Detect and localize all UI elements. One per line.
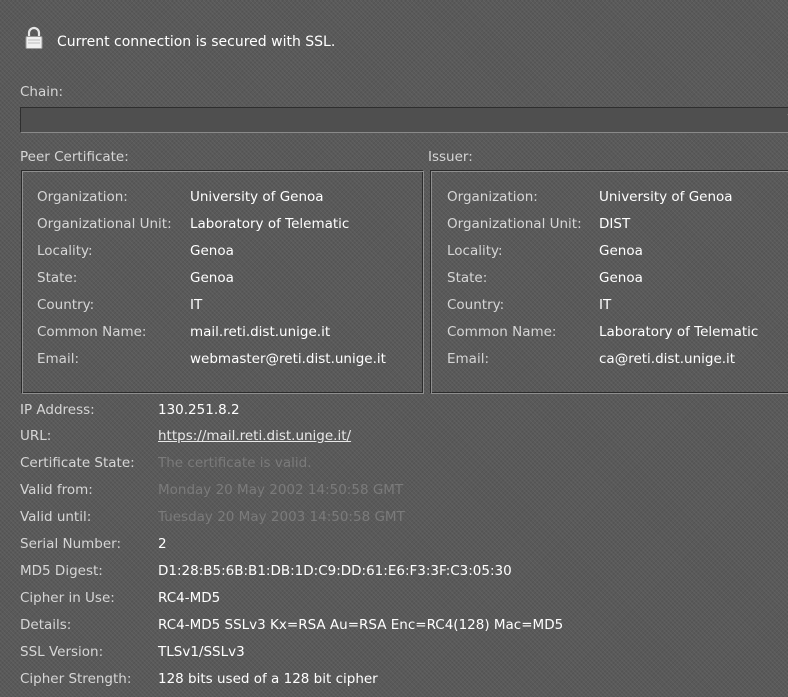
cipher-in-use-label: Cipher in Use:	[20, 590, 115, 606]
issuer-row-country: Country: IT	[431, 297, 788, 323]
lock-icon	[25, 26, 43, 49]
field-value: mail.reti.dist.unige.it	[190, 324, 331, 340]
details-row: Details: RC4-MD5 SSLv3 Kx=RSA Au=RSA Enc…	[20, 617, 780, 641]
cipher-strength-row: Cipher Strength: 128 bits used of a 128 …	[20, 671, 780, 695]
peer-row-organizational-unit: Organizational Unit: Laboratory of Telem…	[22, 216, 423, 242]
cipher-strength-label: Cipher Strength:	[20, 671, 132, 687]
ip-address-value: 130.251.8.2	[158, 402, 240, 418]
peer-row-organization: Organization: University of Genoa	[22, 189, 423, 215]
field-key: Country:	[37, 297, 95, 313]
cipher-in-use-value: RC4-MD5	[158, 590, 221, 606]
url-row: URL: https://mail.reti.dist.unige.it/	[20, 428, 780, 452]
peer-row-common-name: Common Name: mail.reti.dist.unige.it	[22, 324, 423, 350]
security-status-text: Current connection is secured with SSL.	[57, 34, 336, 50]
field-value: University of Genoa	[599, 189, 733, 205]
valid-until-row: Valid until: Tuesday 20 May 2003 14:50:5…	[20, 509, 780, 533]
issuer-row-state: State: Genoa	[431, 270, 788, 296]
field-value: IT	[599, 297, 612, 313]
peer-row-country: Country: IT	[22, 297, 423, 323]
valid-until-label: Valid until:	[20, 509, 92, 525]
ip-address-row: IP Address: 130.251.8.2	[20, 402, 780, 426]
peer-row-email: Email: webmaster@reti.dist.unige.it	[22, 351, 423, 377]
valid-from-row: Valid from: Monday 20 May 2002 14:50:58 …	[20, 482, 780, 506]
chain-label: Chain:	[20, 84, 64, 100]
issuer-row-organization: Organization: University of Genoa	[431, 189, 788, 215]
valid-until-value: Tuesday 20 May 2003 14:50:58 GMT	[158, 509, 405, 525]
ssl-version-label: SSL Version:	[20, 644, 104, 660]
field-key: Organizational Unit:	[447, 216, 582, 232]
field-value: Genoa	[599, 270, 643, 286]
peer-certificate-label: Peer Certificate:	[20, 149, 129, 165]
field-key: Organization:	[447, 189, 538, 205]
cipher-in-use-row: Cipher in Use: RC4-MD5	[20, 590, 780, 614]
issuer-row-organizational-unit: Organizational Unit: DIST	[431, 216, 788, 242]
field-key: Common Name:	[37, 324, 147, 340]
field-value: Genoa	[190, 270, 234, 286]
chain-select[interactable]	[20, 107, 788, 133]
md5-digest-label: MD5 Digest:	[20, 563, 103, 579]
issuer-row-email: Email: ca@reti.dist.unige.it	[431, 351, 788, 377]
field-value: IT	[190, 297, 203, 313]
ssl-version-value: TLSv1/SSLv3	[158, 644, 245, 660]
issuer-row-locality: Locality: Genoa	[431, 243, 788, 269]
url-link[interactable]: https://mail.reti.dist.unige.it/	[158, 428, 351, 444]
ssl-version-row: SSL Version: TLSv1/SSLv3	[20, 644, 780, 668]
field-value: DIST	[599, 216, 631, 232]
serial-number-label: Serial Number:	[20, 536, 122, 552]
field-value: University of Genoa	[190, 189, 324, 205]
peer-row-locality: Locality: Genoa	[22, 243, 423, 269]
peer-row-state: State: Genoa	[22, 270, 423, 296]
ip-address-label: IP Address:	[20, 402, 95, 418]
field-key: Country:	[447, 297, 505, 313]
field-value: Laboratory of Telematic	[599, 324, 759, 340]
serial-number-row: Serial Number: 2	[20, 536, 780, 560]
field-value: Genoa	[599, 243, 643, 259]
field-key: Common Name:	[447, 324, 557, 340]
peer-certificate-group: Organization: University of Genoa Organi…	[21, 170, 424, 394]
cipher-strength-value: 128 bits used of a 128 bit cipher	[158, 671, 378, 687]
md5-digest-value: D1:28:B5:6B:B1:DB:1D:C9:DD:61:E6:F3:3F:C…	[158, 563, 512, 579]
field-key: Locality:	[37, 243, 93, 259]
field-key: Email:	[447, 351, 490, 367]
certificate-state-row: Certificate State: The certificate is va…	[20, 455, 780, 479]
issuer-label: Issuer:	[428, 149, 473, 165]
url-label: URL:	[20, 428, 52, 444]
md5-digest-row: MD5 Digest: D1:28:B5:6B:B1:DB:1D:C9:DD:6…	[20, 563, 780, 587]
certificate-state-label: Certificate State:	[20, 455, 135, 471]
issuer-row-common-name: Common Name: Laboratory of Telematic	[431, 324, 788, 350]
field-key: State:	[447, 270, 488, 286]
field-key: State:	[37, 270, 78, 286]
valid-from-value: Monday 20 May 2002 14:50:58 GMT	[158, 482, 404, 498]
details-value: RC4-MD5 SSLv3 Kx=RSA Au=RSA Enc=RC4(128)…	[158, 617, 564, 633]
issuer-group: Organization: University of Genoa Organi…	[430, 170, 788, 394]
certificate-state-value: The certificate is valid.	[158, 455, 312, 471]
details-label: Details:	[20, 617, 72, 633]
field-key: Organizational Unit:	[37, 216, 172, 232]
field-value: Genoa	[190, 243, 234, 259]
valid-from-label: Valid from:	[20, 482, 93, 498]
field-value: ca@reti.dist.unige.it	[599, 351, 736, 367]
serial-number-value: 2	[158, 536, 167, 552]
field-key: Email:	[37, 351, 80, 367]
field-value: webmaster@reti.dist.unige.it	[190, 351, 386, 367]
field-value: Laboratory of Telematic	[190, 216, 350, 232]
field-key: Locality:	[447, 243, 503, 259]
field-key: Organization:	[37, 189, 128, 205]
